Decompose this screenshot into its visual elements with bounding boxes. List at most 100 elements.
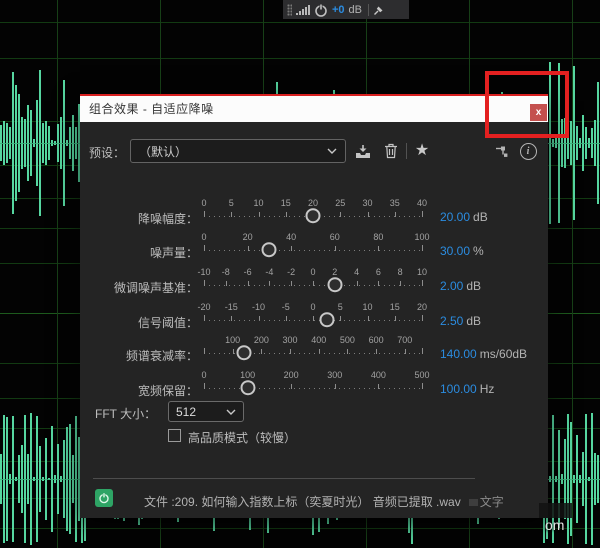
tick-label: 40 [286, 232, 297, 242]
track-line [204, 320, 422, 321]
preset-label: 预设： [89, 146, 126, 160]
volume-toolbar: +0 dB [283, 0, 409, 19]
pin-icon[interactable] [373, 4, 385, 16]
tick-label: 400 [370, 370, 386, 380]
high-quality-checkbox[interactable] [168, 429, 181, 442]
watermark-shadow [539, 503, 572, 518]
end-tick [422, 245, 423, 251]
preset-value: （默认） [139, 144, 188, 159]
tick-label: 8 [397, 267, 403, 277]
fft-size-select[interactable]: 512 [168, 401, 244, 422]
tick-label: 400 [311, 335, 327, 345]
grid-line [0, 528, 600, 529]
red-annotation-box [485, 71, 569, 138]
value-unit: Hz [479, 382, 495, 396]
slider-track[interactable]: 0 100 200 300 400 500 [201, 370, 430, 396]
track-line [204, 388, 422, 389]
footer-watermark: 文字 [468, 495, 504, 509]
value-number: 140.00 [440, 347, 477, 361]
adaptive-noise-reduction-dialog: 组合效果 - 自适应降噪 x 预设： （默认） ★ i 降噪幅度： 0 5 10… [80, 95, 548, 518]
end-tick [422, 348, 423, 354]
tick-label: 80 [373, 232, 384, 242]
tick-label: 0 [201, 198, 207, 208]
tick-label: -15 [224, 302, 238, 312]
delete-preset-button[interactable] [381, 141, 401, 161]
star-icon: ★ [414, 142, 430, 159]
slider-track[interactable]: 100 200 300 400 500 600 700 [204, 335, 423, 361]
tick-label: 4 [354, 267, 360, 277]
tick-label: 20 [242, 232, 253, 242]
tick-label: -2 [287, 267, 296, 277]
value-unit: ms/60dB [479, 347, 528, 361]
effect-rack-button[interactable] [492, 141, 512, 161]
info-button[interactable]: i [518, 141, 538, 161]
tick-label: 100 [240, 370, 256, 380]
slider-thumb[interactable] [327, 277, 343, 293]
tick-label: 100 [414, 232, 430, 242]
slider-track[interactable]: -20 -15 -10 -5 0 5 10 15 20 [197, 302, 427, 328]
high-quality-label: 高品质模式（较慢） [188, 431, 297, 445]
end-tick [204, 348, 205, 354]
tick-label: -10 [251, 302, 266, 312]
value-unit: % [473, 244, 484, 258]
tick-label: 25 [335, 198, 346, 208]
tick-label: 10 [416, 267, 428, 277]
footer-divider [93, 478, 475, 479]
chevron-down-icon [226, 409, 236, 415]
power-icon[interactable] [314, 3, 328, 17]
red-highlight-line [80, 94, 548, 96]
slider-thumb[interactable] [305, 208, 321, 224]
value-unit: dB [466, 314, 482, 328]
preset-select[interactable]: （默认） [130, 139, 346, 163]
slider-value: 100.00 Hz [440, 382, 494, 396]
gain-unit: dB [348, 3, 363, 16]
favorite-button[interactable]: ★ [412, 141, 432, 161]
slider-track[interactable]: 0 5 10 15 20 25 30 35 40 [201, 198, 427, 224]
value-unit: dB [466, 279, 482, 293]
track-line [204, 285, 422, 286]
chevron-down-icon [327, 148, 337, 154]
grid-line [0, 58, 600, 59]
slider-track[interactable]: 0 20 40 60 80 100 [201, 232, 430, 258]
tick-label: 30 [362, 198, 373, 208]
tick-label: 40 [416, 198, 428, 208]
value-number: 30.00 [440, 244, 471, 258]
save-preset-button[interactable] [353, 141, 373, 161]
icon-divider [406, 143, 407, 159]
info-icon: i [519, 142, 537, 160]
slider-row: 微调噪声基准： -10 -8 -6 -4 -2 0 2 4 6 8 10 2.00 dB [80, 267, 548, 297]
slider-label: 噪声量： [149, 246, 198, 260]
tick-label: -4 [265, 267, 274, 277]
fft-size-value: 512 [176, 404, 197, 419]
tick-label: -5 [281, 302, 290, 312]
tick-label: 500 [414, 370, 430, 380]
slider-thumb[interactable] [240, 380, 256, 396]
value-number: 2.50 [440, 314, 464, 328]
slider-value: 2.50 dB [440, 314, 481, 328]
dialog-title-bar[interactable]: 组合效果 - 自适应降噪 x [80, 95, 548, 122]
tick-label: 60 [329, 232, 340, 242]
value-number: 20.00 [440, 210, 471, 224]
effect-power-toggle[interactable] [95, 489, 113, 507]
tick-label: 0 [310, 267, 316, 277]
end-tick [204, 211, 205, 217]
tick-label: 700 [397, 335, 413, 345]
file-name: 文件 :209. 如何输入指数上标（奕夏时光） 音频已提取 .wav [144, 495, 461, 509]
gain-value[interactable]: +0 [332, 4, 345, 16]
grid-line [0, 22, 600, 23]
slider-thumb[interactable] [236, 345, 252, 361]
slider-thumb[interactable] [319, 312, 335, 328]
file-status-text: 文件 :209. 如何输入指数上标（奕夏时光） 音频已提取 .wav 文字 [144, 493, 504, 510]
end-tick [204, 383, 205, 389]
fft-row: FFT 大小： 512 [80, 401, 548, 425]
slider-row: 降噪幅度： 0 5 10 15 20 25 30 35 40 20.00 dB [80, 198, 548, 228]
effect-rack-icon [495, 146, 507, 157]
fft-label: FFT 大小： [95, 407, 157, 421]
watermark-icon [468, 499, 478, 506]
slider-track[interactable]: -10 -8 -6 -4 -2 0 2 4 6 8 10 [197, 267, 427, 293]
tick-label: 20 [307, 198, 319, 208]
slider-thumb[interactable] [261, 242, 277, 258]
slider-label: 降噪幅度： [137, 212, 198, 226]
drag-grip-icon[interactable] [287, 3, 292, 16]
end-tick [422, 383, 423, 389]
